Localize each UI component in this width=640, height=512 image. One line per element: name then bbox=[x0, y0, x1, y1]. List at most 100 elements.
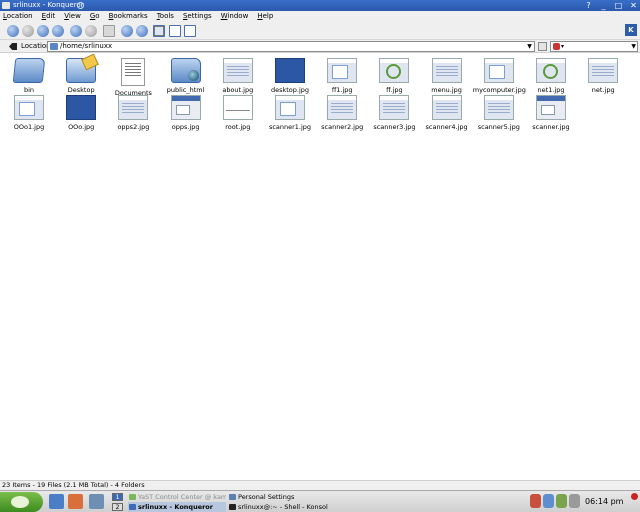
menu-help[interactable]: Help bbox=[257, 11, 273, 22]
desktop-pager: 1 2 bbox=[110, 492, 124, 512]
file-item[interactable]: about.jpg bbox=[212, 58, 264, 94]
menu-settings[interactable]: Settings bbox=[183, 11, 212, 22]
task-label: srlinuxx - Konqueror bbox=[138, 503, 213, 511]
home-launcher-icon[interactable] bbox=[68, 494, 83, 509]
help-window-button[interactable]: ? bbox=[584, 1, 593, 10]
text-view-icon[interactable] bbox=[184, 25, 196, 37]
battery-icon[interactable] bbox=[569, 494, 580, 508]
image-thumbnail bbox=[431, 95, 462, 120]
file-name: OOo.jpg bbox=[68, 123, 95, 131]
task-konsole[interactable]: srlinuxx@:~ - Shell - Konsole bbox=[228, 502, 328, 512]
forward-icon[interactable] bbox=[37, 25, 49, 37]
clear-location-icon[interactable] bbox=[9, 43, 17, 50]
file-item[interactable]: OOo1.jpg bbox=[3, 95, 55, 131]
menu-bookmarks[interactable]: Bookmarks bbox=[109, 11, 148, 22]
file-item[interactable]: mycomputer.jpg bbox=[473, 58, 526, 94]
location-value: /home/srlinuxx bbox=[60, 42, 113, 50]
browser-launcher-icon[interactable] bbox=[49, 494, 64, 509]
image-thumbnail bbox=[275, 58, 305, 83]
chevron-down-icon[interactable]: ▼ bbox=[526, 43, 533, 50]
folder-icon bbox=[12, 58, 46, 83]
file-item[interactable]: net1.jpg bbox=[525, 58, 577, 94]
close-button[interactable]: ✕ bbox=[629, 1, 638, 10]
maximize-button[interactable]: □ bbox=[614, 1, 623, 10]
menu-window[interactable]: Window bbox=[221, 11, 249, 22]
file-name: opps.jpg bbox=[171, 123, 200, 131]
file-name: public_html bbox=[166, 86, 205, 94]
reload-icon[interactable] bbox=[22, 25, 34, 37]
folder-item[interactable]: Documents bbox=[107, 58, 159, 97]
icon-view[interactable]: bin Desktop Documents public_html about.jpg d… bbox=[0, 54, 640, 480]
image-thumbnail bbox=[222, 58, 253, 83]
sticky-pin-icon[interactable] bbox=[77, 2, 84, 9]
file-item[interactable]: desktop.jpg bbox=[264, 58, 316, 94]
detailed-view-icon[interactable] bbox=[169, 25, 181, 37]
chevron-down-icon[interactable]: ▼ bbox=[631, 42, 636, 51]
go-button[interactable] bbox=[538, 42, 547, 51]
network-icon[interactable] bbox=[543, 494, 554, 508]
system-tray bbox=[530, 494, 580, 508]
image-thumbnail bbox=[327, 58, 358, 83]
updater-icon[interactable] bbox=[530, 494, 541, 508]
menu-view[interactable]: View bbox=[64, 11, 81, 22]
icon-view-icon[interactable] bbox=[153, 25, 165, 37]
print-icon[interactable] bbox=[103, 25, 115, 37]
search-engine-dropdown[interactable]: ▾ bbox=[561, 42, 567, 51]
file-item[interactable]: scanner4.jpg bbox=[421, 95, 473, 131]
file-name: scanner5.jpg bbox=[477, 123, 520, 131]
mail-launcher-icon[interactable] bbox=[89, 494, 104, 509]
file-item[interactable]: opps.jpg bbox=[160, 95, 212, 131]
suse-gecko-icon bbox=[11, 496, 29, 508]
menu-location[interactable]: Location bbox=[3, 11, 33, 22]
pager-desktop-2[interactable]: 2 bbox=[112, 503, 123, 511]
zoom-in-icon[interactable] bbox=[121, 25, 133, 37]
clock[interactable]: 06:14 pm bbox=[585, 497, 623, 506]
file-item[interactable]: scanner5.jpg bbox=[473, 95, 525, 131]
task-personal-settings[interactable]: Personal Settings bbox=[228, 492, 328, 502]
file-name: ff1.jpg bbox=[331, 86, 353, 94]
back-icon[interactable] bbox=[7, 25, 19, 37]
menu-tools[interactable]: Tools bbox=[157, 11, 174, 22]
file-name: opps2.jpg bbox=[117, 123, 150, 131]
task-yast[interactable]: YaST Control Center @ kamm bbox=[128, 492, 226, 502]
file-item[interactable]: scanner3.jpg bbox=[368, 95, 420, 131]
file-item[interactable]: ff1.jpg bbox=[316, 58, 368, 94]
file-item[interactable]: root.jpg bbox=[212, 95, 264, 131]
file-name: bin bbox=[23, 86, 35, 94]
terminal-icon bbox=[229, 504, 236, 510]
file-item[interactable]: menu.jpg bbox=[421, 58, 473, 94]
pager-desktop-1[interactable]: 1 bbox=[112, 493, 123, 501]
file-item[interactable]: ff.jpg bbox=[368, 58, 420, 94]
konqueror-app-icon[interactable] bbox=[2, 2, 10, 9]
task-konqueror[interactable]: srlinuxx - Konqueror bbox=[128, 502, 226, 512]
file-item[interactable]: scanner2.jpg bbox=[316, 95, 368, 131]
logout-icon[interactable] bbox=[631, 493, 638, 500]
image-thumbnail bbox=[588, 58, 619, 83]
file-item[interactable]: OOo.jpg bbox=[55, 95, 107, 131]
file-item[interactable]: opps2.jpg bbox=[107, 95, 159, 131]
menu-edit[interactable]: Edit bbox=[42, 11, 56, 22]
stop-icon[interactable] bbox=[85, 25, 97, 37]
search-engine-icon[interactable] bbox=[553, 43, 560, 50]
search-input[interactable]: ▾ ▼ bbox=[550, 41, 638, 52]
zoom-out-icon[interactable] bbox=[136, 25, 148, 37]
file-item[interactable]: scanner.jpg bbox=[525, 95, 577, 131]
location-input[interactable]: /home/srlinuxx ▼ bbox=[47, 41, 535, 52]
clipboard-icon[interactable] bbox=[556, 494, 567, 508]
k-menu-button[interactable] bbox=[0, 492, 43, 512]
menu-go[interactable]: Go bbox=[90, 11, 100, 22]
folder-item[interactable]: public_html bbox=[160, 58, 212, 94]
image-thumbnail bbox=[14, 95, 44, 120]
image-thumbnail bbox=[379, 58, 410, 83]
folder-item[interactable]: Desktop bbox=[55, 58, 107, 94]
minimize-button[interactable]: _ bbox=[599, 1, 608, 10]
up-icon[interactable] bbox=[52, 25, 64, 37]
title-bar[interactable]: srlinuxx - Konqueror ? _ □ ✕ bbox=[0, 0, 640, 11]
image-thumbnail bbox=[536, 58, 566, 83]
file-item[interactable]: net.jpg bbox=[577, 58, 629, 94]
file-item[interactable]: scanner1.jpg bbox=[264, 95, 316, 131]
task-label: Personal Settings bbox=[238, 493, 295, 501]
file-name: scanner2.jpg bbox=[321, 123, 364, 131]
home-icon[interactable] bbox=[70, 25, 82, 37]
folder-item[interactable]: bin bbox=[3, 58, 55, 94]
